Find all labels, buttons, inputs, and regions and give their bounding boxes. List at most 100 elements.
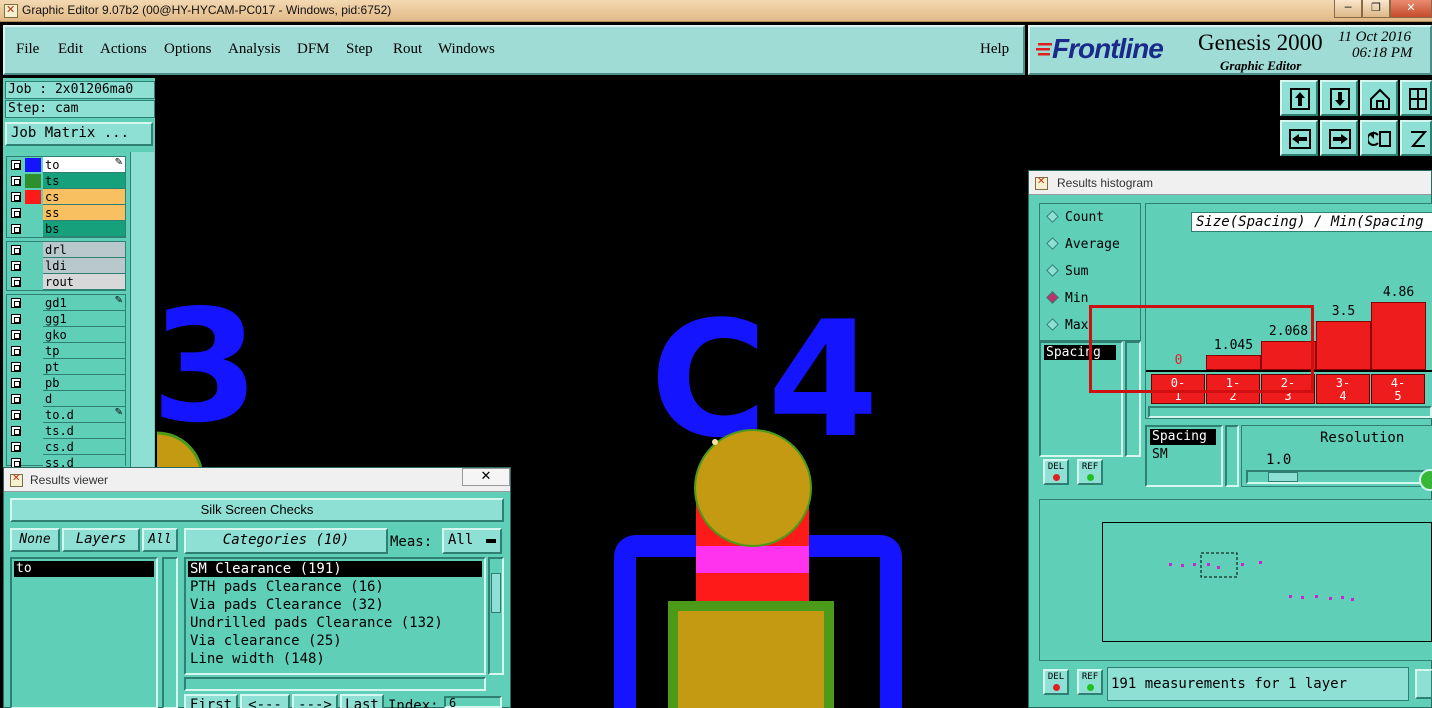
menu-help[interactable]: Help [980, 41, 1009, 58]
layer-row-to-d[interactable]: to.d ✎ [7, 407, 125, 423]
prev-button[interactable]: <--- [240, 694, 290, 708]
layer-list[interactable]: to [10, 557, 158, 708]
category-item[interactable]: PTH pads Clearance (16) [188, 579, 482, 595]
layer-name[interactable]: gko [43, 327, 125, 343]
category-item[interactable]: Line width (148) [188, 651, 482, 667]
attribute-list[interactable]: Spacing SM [1145, 425, 1223, 487]
mode-radio-sum[interactable]: Sum [1046, 264, 1088, 279]
mode-radio-min[interactable]: Min [1046, 291, 1088, 306]
resolution-slider[interactable] [1246, 470, 1430, 484]
index-field[interactable]: 6 [444, 696, 502, 708]
first-button[interactable]: First [184, 694, 238, 708]
tool-grid-button[interactable] [1400, 80, 1432, 116]
layer-checkbox[interactable] [11, 378, 21, 388]
layer-name[interactable]: cs.d [43, 439, 125, 455]
layer-row-ldi[interactable]: ldi [7, 258, 125, 274]
layer-name[interactable]: d [43, 391, 125, 407]
layer-row-pb[interactable]: pb [7, 375, 125, 391]
category-list[interactable]: SM Clearance (191) PTH pads Clearance (16… [184, 557, 486, 675]
category-item[interactable]: Undrilled pads Clearance (132) [188, 615, 482, 631]
layer-name[interactable]: pb [43, 375, 125, 391]
layer-name[interactable]: gd1 [43, 295, 125, 311]
layer-name[interactable]: pt [43, 359, 125, 375]
layer-checkbox[interactable] [11, 314, 21, 324]
tool-rotate-button[interactable] [1360, 120, 1398, 156]
layer-list-scrollbar[interactable] [162, 557, 178, 708]
layer-checkbox[interactable] [11, 362, 21, 372]
layer-checkbox[interactable] [11, 192, 21, 202]
overview-map[interactable] [1102, 522, 1432, 642]
menu-windows[interactable]: Windows [438, 41, 495, 58]
layer-row-gg1[interactable]: gg1 [7, 311, 125, 327]
maximize-button[interactable]: ❐ [1362, 0, 1390, 18]
del-button[interactable]: DEL [1043, 459, 1069, 485]
close-window-button[interactable]: ✕ [1390, 0, 1432, 18]
menu-dfm[interactable]: DFM [297, 41, 330, 58]
layer-row-gko[interactable]: gko [7, 327, 125, 343]
layer-color-swatch[interactable] [25, 158, 41, 172]
layer-checkbox[interactable] [11, 176, 21, 186]
layer-checkbox[interactable] [11, 410, 21, 420]
layer-checkbox[interactable] [11, 224, 21, 234]
layer-row-tp[interactable]: tp [7, 343, 125, 359]
menu-edit[interactable]: Edit [58, 41, 83, 58]
none-button[interactable]: None [10, 528, 60, 552]
tool-right-button[interactable] [1320, 120, 1358, 156]
layer-name[interactable]: bs [43, 221, 125, 237]
layer-row-gd1[interactable]: gd1 ✎ [7, 295, 125, 311]
menu-file[interactable]: File [16, 41, 39, 58]
scroll-thumb[interactable] [491, 573, 501, 613]
menu-step[interactable]: Step [346, 41, 373, 58]
layer-name[interactable]: ts [43, 173, 125, 189]
layer-name[interactable]: ss [43, 205, 125, 221]
close-results-viewer-button[interactable]: ✕ [462, 468, 510, 486]
layer-row-d[interactable]: d [7, 391, 125, 407]
mode-radio-average[interactable]: Average [1046, 237, 1120, 252]
layer-list-item-to[interactable]: to [14, 561, 154, 577]
tool-home-up-button[interactable] [1280, 80, 1318, 116]
layer-color-swatch[interactable] [25, 174, 41, 188]
menu-options[interactable]: Options [164, 41, 212, 58]
layer-checkbox[interactable] [11, 346, 21, 356]
layer-row-cs[interactable]: cs [7, 189, 125, 205]
mode-radio-count[interactable]: Count [1046, 210, 1104, 225]
layer-checkbox[interactable] [11, 442, 21, 452]
layer-row-rout[interactable]: rout [7, 274, 125, 290]
layer-row-ts[interactable]: ts [7, 173, 125, 189]
layer-row-drl[interactable]: drl [7, 242, 125, 258]
minimize-button[interactable]: ─ [1334, 0, 1362, 18]
layer-row-ts-d[interactable]: ts.d [7, 423, 125, 439]
menu-analysis[interactable]: Analysis [228, 41, 281, 58]
chart-hscrollbar[interactable] [1148, 406, 1432, 418]
layer-row-bs[interactable]: bs [7, 221, 125, 237]
histogram-bar[interactable] [1371, 301, 1426, 370]
layer-row-cs-d[interactable]: cs.d [7, 439, 125, 455]
layer-row-ss[interactable]: ss [7, 205, 125, 221]
histogram-bin-label[interactable]: 4- 5 [1371, 374, 1425, 404]
layer-name[interactable]: rout [43, 274, 125, 290]
layer-name[interactable]: gg1 [43, 311, 125, 327]
layer-checkbox[interactable] [11, 298, 21, 308]
tool-home-button[interactable] [1360, 80, 1398, 116]
category-item[interactable]: SM Clearance (191) [188, 561, 482, 577]
check-name-button[interactable]: Silk Screen Checks [10, 498, 504, 522]
ref-button-bottom[interactable]: REF [1077, 669, 1103, 695]
categories-button[interactable]: Categories (10) [184, 528, 388, 554]
layer-color-swatch[interactable] [25, 190, 41, 204]
category-item[interactable]: Via pads Clearance (32) [188, 597, 482, 613]
meas-dropdown[interactable]: All [442, 528, 502, 554]
next-button[interactable]: ---> [292, 694, 338, 708]
category-list-scrollbar[interactable] [488, 557, 504, 675]
layer-color-swatch[interactable] [25, 222, 41, 236]
attribute-list-item-sm[interactable]: SM [1152, 447, 1168, 462]
attribute-list-scrollbar[interactable] [1225, 425, 1239, 487]
tool-down-button[interactable] [1320, 80, 1358, 116]
layer-checkbox[interactable] [11, 245, 21, 255]
layer-name[interactable]: ldi [43, 258, 125, 274]
layer-name[interactable]: to [43, 157, 125, 173]
all-layers-button[interactable]: All [142, 528, 178, 552]
layer-row-pt[interactable]: pt [7, 359, 125, 375]
layer-name[interactable]: tp [43, 343, 125, 359]
layer-checkbox[interactable] [11, 426, 21, 436]
menu-rout[interactable]: Rout [393, 41, 422, 58]
